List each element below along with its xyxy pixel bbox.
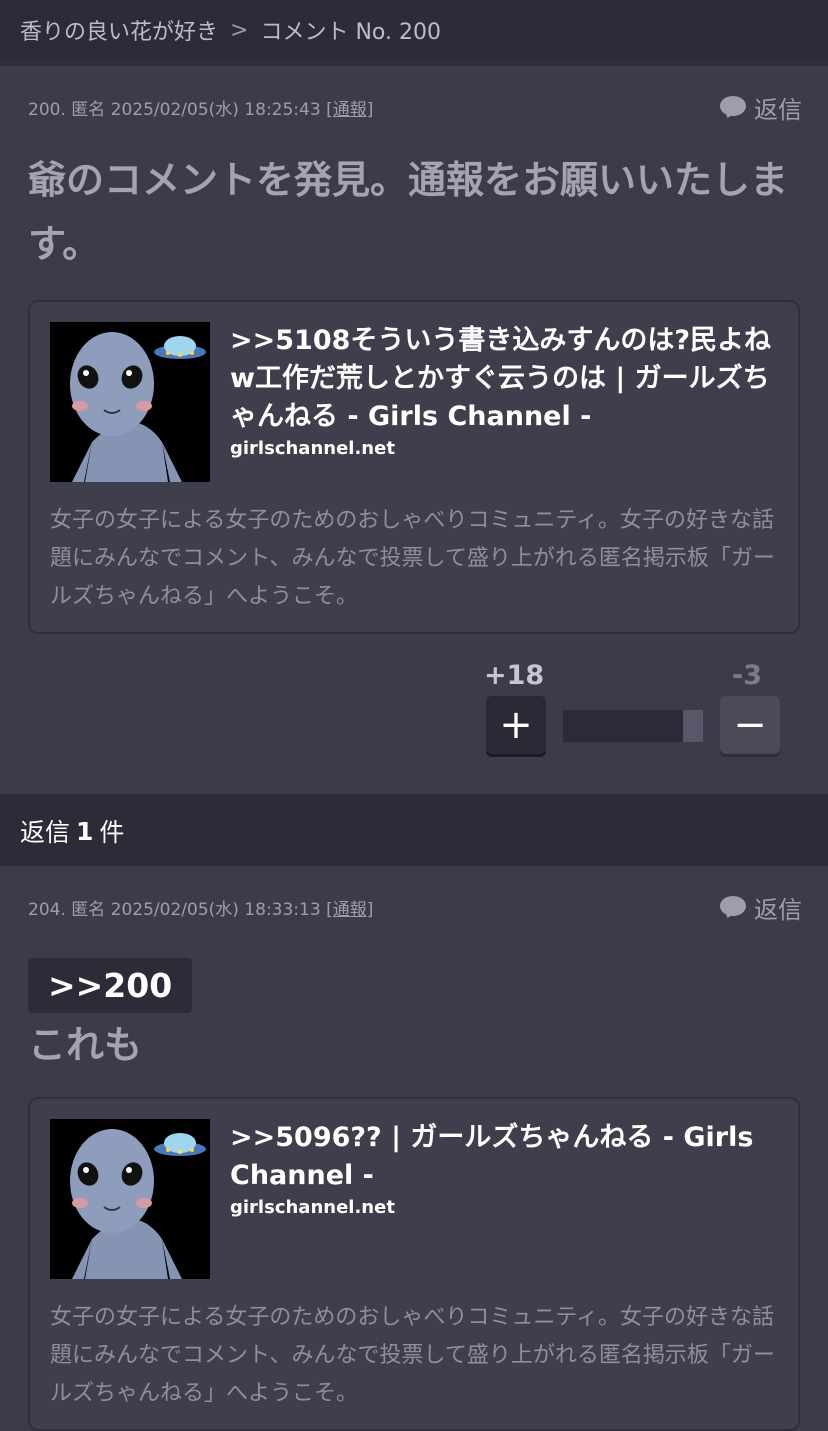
link-domain: girlschannel.net bbox=[230, 438, 395, 459]
minus-icon: − bbox=[733, 702, 767, 748]
vote-ratio-fill bbox=[683, 710, 703, 742]
plus-icon: + bbox=[499, 702, 533, 748]
downvote-button[interactable]: − bbox=[720, 696, 780, 754]
vote-ratio-bar bbox=[563, 710, 703, 742]
comment-meta: 204. 匿名 2025/02/05(水) 18:33:13 [通報] bbox=[28, 895, 373, 920]
replies-count: 1 bbox=[76, 816, 94, 846]
minus-vote-count: -3 bbox=[732, 660, 762, 691]
link-domain: girlschannel.net bbox=[230, 1197, 395, 1218]
breadcrumb: 香りの良い花が好き > コメント No. 200 bbox=[0, 0, 828, 66]
reply-label: 返信 bbox=[754, 95, 802, 124]
reply-button[interactable]: 返信 bbox=[720, 90, 802, 125]
upvote-button[interactable]: + bbox=[486, 696, 546, 754]
link-description: 女子の女子による女子のためのおしゃべりコミュニティ。女子の好きな話題にみんなでコ… bbox=[50, 508, 775, 609]
comment-200: 200. 匿名 2025/02/05(水) 18:25:43 [通報] 返信 爺… bbox=[0, 66, 828, 794]
report-link[interactable]: [通報] bbox=[326, 100, 373, 120]
plus-vote-count: +18 bbox=[484, 660, 545, 691]
comment-header: 200. 匿名 2025/02/05(水) 18:25:43 [通報] 返信 bbox=[28, 66, 802, 148]
link-description: 女子の女子による女子のためのおしゃべりコミュニティ。女子の好きな話題にみんなでコ… bbox=[50, 1305, 775, 1406]
comment-204: 204. 匿名 2025/02/05(水) 18:33:13 [通報] 返信 >… bbox=[0, 866, 828, 1431]
replies-header: 返信 1 件 bbox=[0, 796, 828, 866]
reply-label: 返信 bbox=[754, 895, 802, 924]
report-link[interactable]: [通報] bbox=[326, 900, 373, 920]
replies-suffix: 件 bbox=[99, 818, 125, 847]
comment-body: 爺のコメントを発見。通報をお願いいたします。 bbox=[28, 158, 789, 266]
reply-button[interactable]: 返信 bbox=[720, 890, 802, 925]
comment-meta: 200. 匿名 2025/02/05(水) 18:25:43 [通報] bbox=[28, 95, 373, 120]
breadcrumb-topic-link[interactable]: 香りの良い花が好き bbox=[20, 14, 218, 46]
link-preview-card[interactable]: >>5108そういう書き込みすんのは?民よねw工作だ荒しとかすぐ云うのは | ガ… bbox=[28, 300, 800, 634]
link-title[interactable]: >>5108そういう書き込みすんのは?民よねw工作だ荒しとかすぐ云うのは | ガ… bbox=[230, 322, 778, 436]
comment-meta-text: 200. 匿名 2025/02/05(水) 18:25:43 bbox=[28, 99, 321, 120]
breadcrumb-current: コメント No. 200 bbox=[260, 20, 441, 45]
comment-meta-text: 204. 匿名 2025/02/05(水) 18:33:13 bbox=[28, 899, 321, 920]
comment-body: これも bbox=[28, 1023, 143, 1067]
reply-anchor-link[interactable]: >>200 bbox=[28, 958, 193, 1013]
alien-ufo-illustration bbox=[50, 1119, 210, 1279]
link-title[interactable]: >>5096?? | ガールズちゃんねる - Girls Channel - bbox=[230, 1119, 778, 1195]
vote-panel: +18 -3 + − bbox=[28, 634, 800, 794]
link-thumbnail bbox=[50, 322, 210, 482]
link-thumbnail bbox=[50, 1119, 210, 1279]
speech-bubble-icon bbox=[720, 96, 746, 118]
alien-ufo-illustration bbox=[50, 322, 210, 482]
comment-header: 204. 匿名 2025/02/05(水) 18:33:13 [通報] 返信 bbox=[28, 866, 802, 948]
breadcrumb-separator: > bbox=[230, 17, 249, 43]
link-preview-card[interactable]: >>5096?? | ガールズちゃんねる - Girls Channel - g… bbox=[28, 1097, 800, 1431]
speech-bubble-icon bbox=[720, 896, 746, 918]
replies-prefix: 返信 bbox=[20, 818, 71, 847]
